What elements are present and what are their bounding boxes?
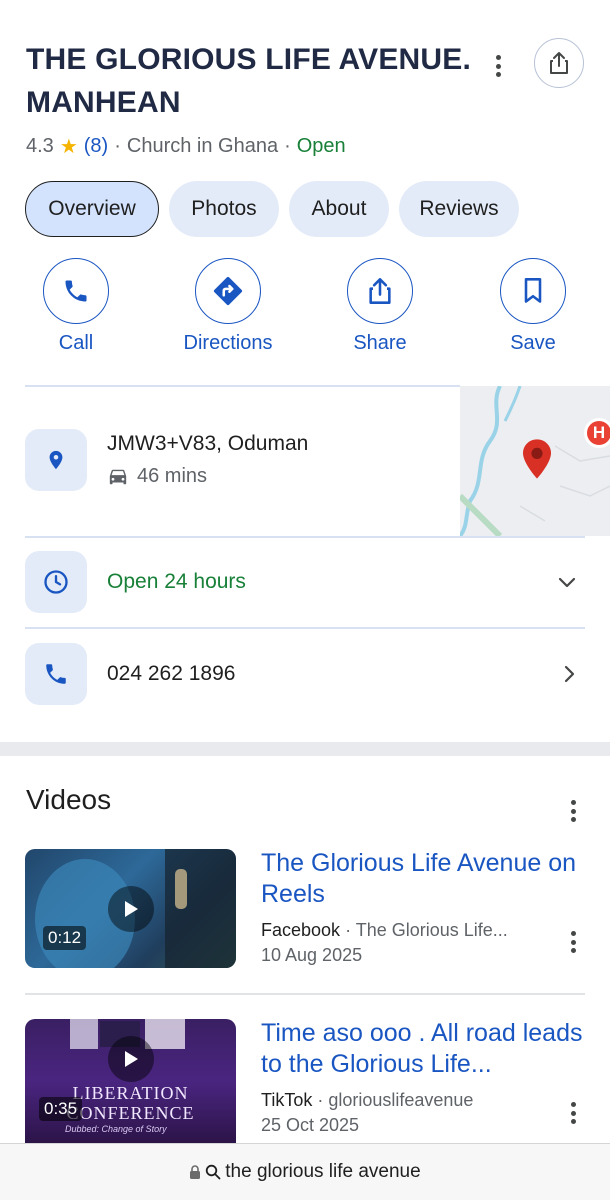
video-thumbnail[interactable]: LIBERATION CONFERENCE Dubbed: Change of …	[25, 1019, 236, 1143]
share-button[interactable]: Share	[320, 258, 440, 355]
drive-time: 46 mins	[107, 465, 207, 488]
drive-time-text: 46 mins	[137, 465, 208, 487]
rating-value: 4.3	[26, 135, 54, 157]
thumbnail-text: Dubbed: Change of Story	[65, 1124, 167, 1134]
place-meta: 4.3 ★ (8) · Church in Ghana · Open	[26, 134, 346, 159]
more-options-icon[interactable]	[495, 55, 501, 77]
videos-heading: Videos	[26, 784, 112, 815]
open-status: Open	[296, 135, 346, 157]
video-title-link[interactable]: Time aso ooo . All road leads to the Glo…	[261, 1018, 586, 1080]
video-duration: 0:12	[43, 926, 87, 950]
address-text[interactable]: JMW3+V83, Oduman	[107, 432, 308, 456]
video-date: 10 Aug 2025	[261, 945, 363, 965]
video-more-icon[interactable]	[570, 931, 576, 953]
call-label: Call	[58, 332, 94, 354]
tab-overview[interactable]: Overview	[25, 181, 159, 237]
phone-icon	[65, 280, 87, 302]
video-more-icon[interactable]	[570, 1102, 576, 1124]
location-pin-icon	[25, 429, 87, 491]
play-icon	[107, 1036, 154, 1082]
video-thumbnail[interactable]: 0:12	[25, 849, 236, 968]
tab-photos[interactable]: Photos	[169, 181, 279, 237]
place-category: Church in Ghana	[126, 135, 279, 157]
video-channel: gloriouslifeavenue	[328, 1090, 474, 1110]
browser-address-bar[interactable]: the glorious life avenue	[0, 1143, 610, 1200]
map-pin-icon	[523, 439, 551, 479]
share-icon	[369, 278, 391, 304]
chevron-down-icon[interactable]	[556, 572, 578, 594]
lock-icon	[190, 1164, 201, 1179]
call-button[interactable]: Call	[16, 258, 136, 355]
play-icon	[107, 885, 154, 932]
url-text: the glorious life avenue	[225, 1161, 421, 1182]
phone-icon	[25, 643, 87, 705]
videos-more-icon[interactable]	[570, 800, 576, 822]
star-icon: ★	[59, 136, 78, 158]
review-count-link[interactable]: (8)	[84, 135, 108, 158]
video-source-name: Facebook	[261, 920, 341, 940]
directions-button[interactable]: Directions	[168, 258, 288, 355]
car-icon	[109, 469, 127, 484]
directions-icon	[213, 276, 243, 306]
place-card: THE GLORIOUS LIFE AVENUE. MANHEAN 4.3 ★ …	[0, 0, 610, 742]
hospital-marker-icon: H	[584, 418, 610, 448]
separator: ·	[114, 135, 121, 157]
separator: ·	[284, 135, 291, 157]
phone-number: 024 262 1896	[107, 662, 236, 685]
clock-icon	[25, 551, 87, 613]
map-thumbnail[interactable]: H	[460, 386, 610, 536]
tab-about[interactable]: About	[289, 181, 389, 237]
video-source-name: TikTok	[261, 1090, 313, 1110]
directions-label: Directions	[183, 332, 273, 354]
bookmark-icon	[524, 278, 542, 303]
video-date: 25 Oct 2025	[261, 1115, 360, 1135]
divider	[25, 536, 585, 538]
video-title-link[interactable]: The Glorious Life Avenue on Reels	[261, 848, 586, 910]
place-tabs: Overview Photos About Reviews	[25, 181, 519, 237]
divider	[25, 627, 585, 629]
video-channel: The Glorious Life...	[355, 920, 508, 940]
hours-text: Open 24 hours	[107, 570, 246, 593]
quick-actions: Call Directions Share Save	[0, 258, 610, 368]
save-label: Save	[510, 332, 556, 354]
tab-reviews[interactable]: Reviews	[399, 181, 519, 237]
share-icon	[550, 52, 568, 74]
place-title: THE GLORIOUS LIFE AVENUE. MANHEAN	[26, 43, 472, 119]
save-button[interactable]: Save	[473, 258, 593, 355]
chevron-right-icon[interactable]	[560, 663, 578, 685]
divider	[25, 993, 585, 995]
video-source: Facebook · The Glorious Life...	[261, 920, 508, 940]
share-top-button[interactable]	[534, 38, 584, 88]
share-label: Share	[353, 332, 407, 354]
divider	[25, 385, 460, 387]
video-duration: 0:35	[39, 1097, 83, 1121]
search-icon	[206, 1164, 221, 1180]
video-source: TikTok · gloriouslifeavenue	[261, 1090, 474, 1110]
